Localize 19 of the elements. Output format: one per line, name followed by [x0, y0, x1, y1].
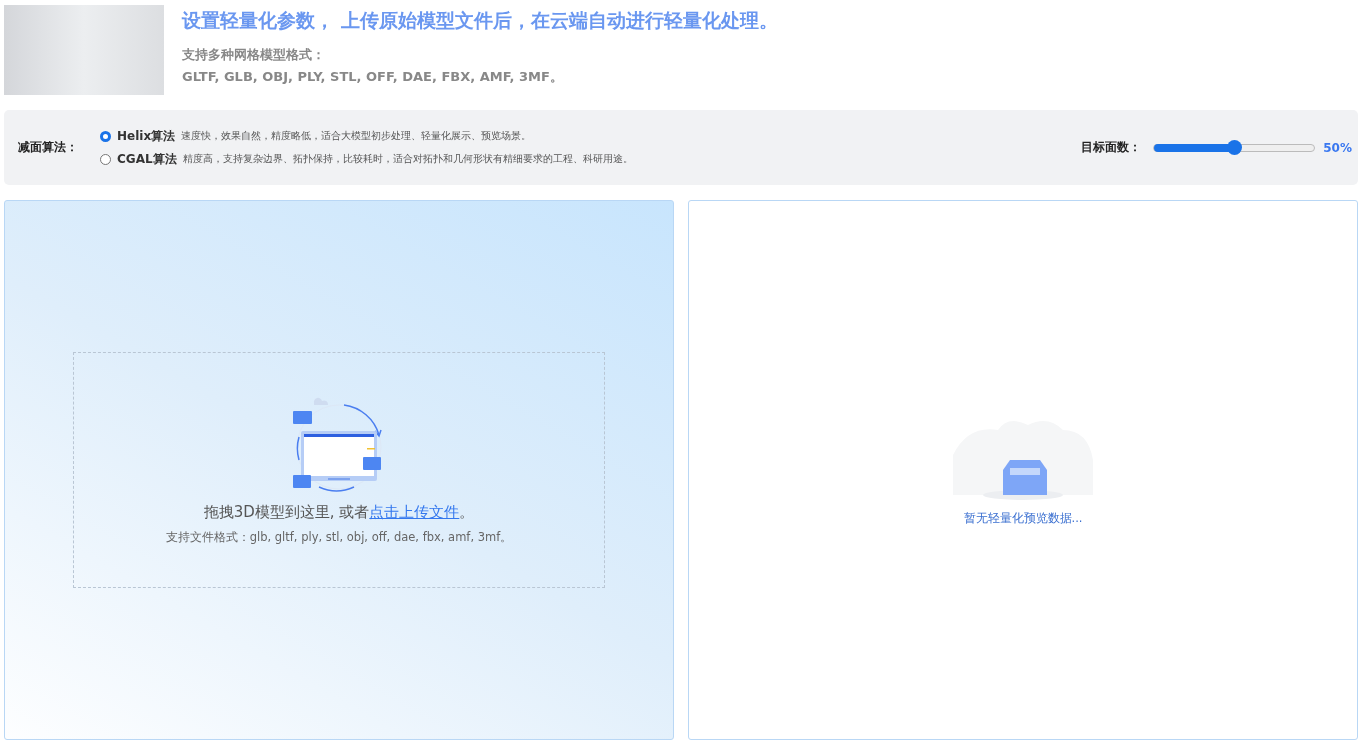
algorithm-name[interactable]: CGAL算法: [117, 150, 177, 168]
target-label: 目标面数：: [1081, 139, 1142, 156]
radio-button[interactable]: [100, 130, 111, 142]
algorithm-description: 速度快，效果自然，精度略低，适合大模型初步处理、轻量化展示、预览场景。: [181, 129, 532, 143]
formats-label: 支持多种网格模型格式：: [182, 46, 326, 64]
algorithm-label: 减面算法：: [18, 139, 78, 156]
drop-zone[interactable]: 拖拽3D模型到这里, 或者点击上传文件。 支持文件格式：glb, gltf, ply, stl, obj, off, dae, fbx, amf, 3mf。: [73, 352, 605, 588]
slider-thumb[interactable]: [1227, 139, 1243, 155]
slider-track[interactable]: [1153, 143, 1316, 152]
algorithm-description: 精度高，支持复杂边界、拓扑保持，比较耗时，适合对拓扑和几何形状有精细要求的工程、科研用途。: [182, 152, 633, 166]
radio-button[interactable]: [100, 153, 111, 165]
empty-message: 暂无轻量化预览数据...: [963, 510, 1083, 526]
target-reading: 50%: [1323, 140, 1352, 155]
drop-instruction: 拖拽3D模型到这里, 或者点击上传文件。: [203, 503, 475, 522]
algorithm-name[interactable]: Helix算法: [117, 127, 176, 145]
page-title: 设置轻量化参数， 上传原始模型文件后，在云端自动进行轻量化处理。: [182, 8, 778, 33]
formats-list: GLTF, GLB, OBJ, PLY, STL, OFF, DAE, FBX, AMF, 3MF。: [182, 68, 778, 86]
upload-link[interactable]: 点击上传文件: [369, 503, 460, 521]
supported-formats: 支持文件格式：glb, gltf, ply, stl, obj, off, dae, fbx, amf, 3mf。: [165, 530, 513, 545]
